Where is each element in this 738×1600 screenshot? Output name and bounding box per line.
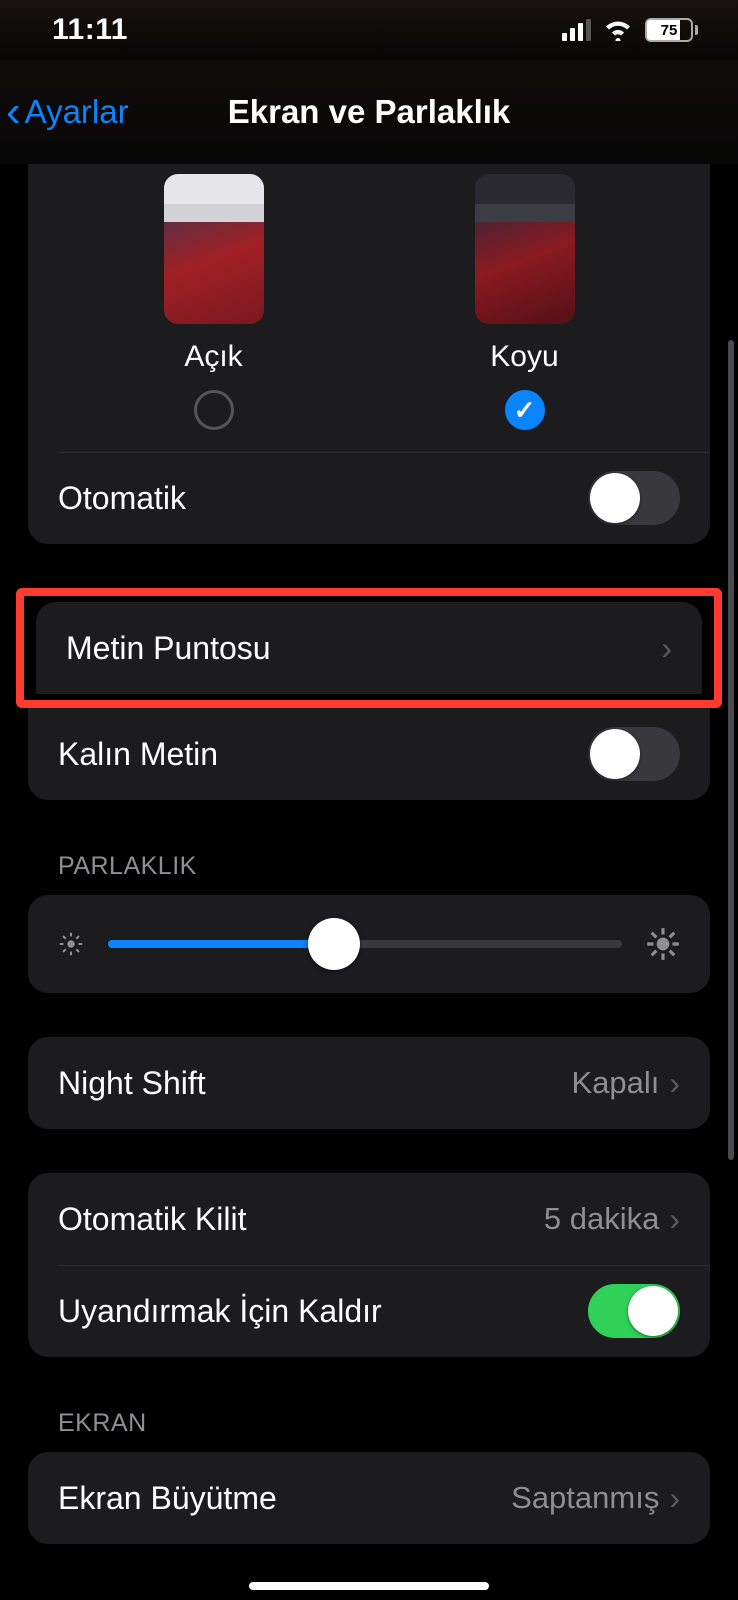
home-indicator[interactable] [249, 1582, 489, 1590]
status-time: 11:11 [52, 13, 128, 47]
chevron-right-icon: › [661, 630, 672, 667]
chevron-left-icon: ‹ [6, 90, 21, 134]
chevron-right-icon: › [669, 1065, 680, 1102]
text-size-group: Metin Puntosu › [36, 602, 702, 694]
back-label: Ayarlar [25, 93, 129, 131]
scroll-indicator[interactable] [728, 340, 734, 1160]
sun-small-icon [56, 929, 86, 959]
brightness-group [28, 895, 710, 993]
status-bar: 11:11 75 [0, 0, 738, 60]
wifi-icon [603, 19, 633, 41]
light-preview-icon [164, 174, 264, 324]
display-zoom-label: Ekran Büyütme [58, 1480, 277, 1517]
raise-to-wake-toggle[interactable] [588, 1284, 680, 1338]
screen-section-header: EKRAN [58, 1409, 738, 1438]
back-button[interactable]: ‹ Ayarlar [0, 90, 129, 134]
bold-text-group: Kalın Metin [28, 708, 710, 800]
appearance-group: Açık Koyu Otomatik [28, 164, 710, 544]
light-radio[interactable] [194, 390, 234, 430]
sun-large-icon [644, 925, 682, 963]
dark-preview-icon [475, 174, 575, 324]
auto-lock-value: 5 dakika › [544, 1201, 680, 1238]
appearance-selector: Açık Koyu [28, 164, 710, 452]
lock-group: Otomatik Kilit 5 dakika › Uyandırmak İçi… [28, 1173, 710, 1357]
appearance-dark-option[interactable]: Koyu [475, 174, 575, 430]
appearance-light-option[interactable]: Açık [164, 174, 264, 430]
text-size-label: Metin Puntosu [66, 630, 271, 667]
night-shift-row[interactable]: Night Shift Kapalı › [28, 1037, 710, 1129]
night-shift-label: Night Shift [58, 1065, 206, 1102]
nav-header: ‹ Ayarlar Ekran ve Parlaklık [0, 60, 738, 164]
raise-to-wake-row: Uyandırmak İçin Kaldır [28, 1265, 710, 1357]
brightness-slider-row [28, 895, 710, 993]
zoom-group: Ekran Büyütme Saptanmış › [28, 1452, 710, 1544]
display-zoom-row[interactable]: Ekran Büyütme Saptanmış › [28, 1452, 710, 1544]
text-size-row[interactable]: Metin Puntosu › [36, 602, 702, 694]
dark-label: Koyu [490, 340, 558, 374]
cellular-icon [562, 19, 591, 41]
display-zoom-value: Saptanmış › [511, 1480, 680, 1517]
bold-text-toggle[interactable] [588, 727, 680, 781]
dark-radio[interactable] [505, 390, 545, 430]
night-shift-value: Kapalı › [571, 1065, 680, 1102]
light-label: Açık [184, 340, 242, 374]
auto-lock-label: Otomatik Kilit [58, 1201, 246, 1238]
brightness-slider[interactable] [108, 919, 622, 969]
raise-to-wake-label: Uyandırmak İçin Kaldır [58, 1293, 382, 1330]
chevron-right-icon: › [669, 1201, 680, 1238]
bold-text-row: Kalın Metin [28, 708, 710, 800]
chevron-right-icon: › [669, 1480, 680, 1517]
content: Açık Koyu Otomatik Metin Puntosu › Kalın… [0, 164, 738, 1544]
automatic-row: Otomatik [28, 452, 710, 544]
night-shift-group: Night Shift Kapalı › [28, 1037, 710, 1129]
automatic-label: Otomatik [58, 480, 186, 517]
automatic-toggle[interactable] [588, 471, 680, 525]
brightness-section-header: PARLAKLIK [58, 852, 738, 881]
status-indicators: 75 [562, 18, 698, 42]
auto-lock-row[interactable]: Otomatik Kilit 5 dakika › [28, 1173, 710, 1265]
bold-text-label: Kalın Metin [58, 736, 218, 773]
battery-icon: 75 [645, 18, 698, 42]
highlight-annotation: Metin Puntosu › [16, 588, 722, 708]
